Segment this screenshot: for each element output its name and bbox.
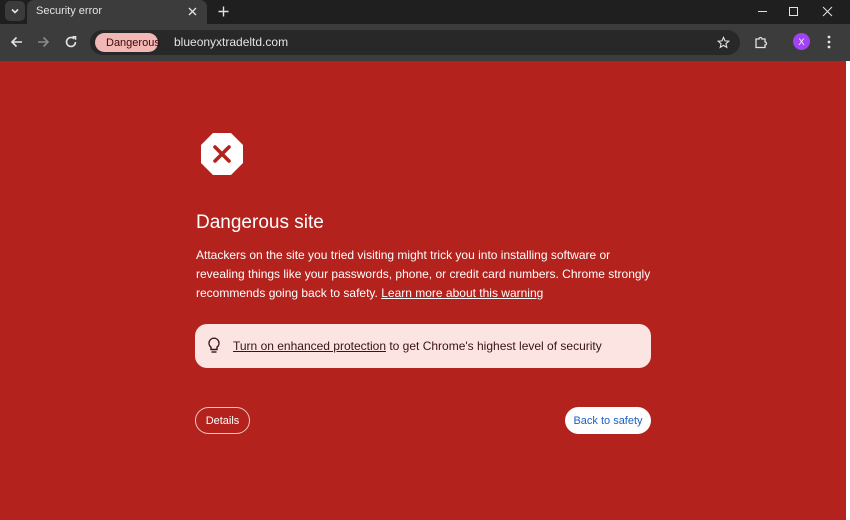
address-bar[interactable]: Dangerous blueonyxtradeltd.com xyxy=(90,30,740,55)
extensions-button[interactable] xyxy=(752,33,770,51)
close-icon xyxy=(188,7,196,15)
security-chip[interactable]: Dangerous xyxy=(95,33,160,52)
arrow-right-icon xyxy=(38,36,50,48)
enhanced-protection-rest: to get Chrome's highest level of securit… xyxy=(389,339,602,353)
learn-more-link[interactable]: Learn more about this warning xyxy=(381,286,543,300)
lightbulb-icon xyxy=(208,337,220,353)
tab-title: Security error xyxy=(36,5,103,17)
window-close-button[interactable] xyxy=(810,0,844,22)
details-button[interactable]: Details xyxy=(195,407,250,434)
chrome-menu-button[interactable] xyxy=(820,33,838,51)
back-button[interactable] xyxy=(8,33,26,51)
interstitial-page: Dangerous site Attackers on the site you… xyxy=(0,61,846,520)
enhanced-protection-banner: Turn on enhanced protection to get Chrom… xyxy=(195,324,651,368)
reload-button[interactable] xyxy=(62,33,80,51)
chevron-down-icon xyxy=(11,8,19,14)
octagon-x-icon xyxy=(201,133,243,175)
reload-icon xyxy=(65,36,77,48)
tab-close-button[interactable] xyxy=(185,4,199,18)
url-text[interactable]: blueonyxtradeltd.com xyxy=(174,35,288,49)
tab-search-button[interactable] xyxy=(5,1,25,21)
minimize-icon xyxy=(757,10,767,12)
maximize-button[interactable] xyxy=(776,0,810,22)
plus-icon xyxy=(218,6,228,16)
profile-avatar[interactable]: X xyxy=(793,33,810,50)
forward-button[interactable] xyxy=(34,33,52,51)
close-icon xyxy=(822,6,832,16)
tab-strip: Security error xyxy=(0,0,850,24)
page-title: Dangerous site xyxy=(196,212,324,233)
security-chip-label: Dangerous xyxy=(106,36,160,49)
bookmark-button[interactable] xyxy=(715,34,731,50)
enhanced-protection-link[interactable]: Turn on enhanced protection xyxy=(233,339,386,353)
enhanced-protection-text: Turn on enhanced protection to get Chrom… xyxy=(233,339,602,353)
arrow-left-icon xyxy=(10,36,22,48)
toolbar: Dangerous blueonyxtradeltd.com xyxy=(0,24,850,61)
warning-message: Attackers on the site you tried visiting… xyxy=(196,246,656,303)
puzzle-icon xyxy=(755,36,768,49)
minimize-button[interactable] xyxy=(745,0,779,22)
window-edge xyxy=(846,61,850,520)
maximize-icon xyxy=(788,6,798,16)
back-to-safety-button[interactable]: Back to safety xyxy=(565,407,651,434)
star-icon xyxy=(716,35,730,48)
kebab-menu-icon xyxy=(827,35,831,49)
tab-active[interactable]: Security error xyxy=(27,0,207,24)
new-tab-button[interactable] xyxy=(214,2,232,20)
